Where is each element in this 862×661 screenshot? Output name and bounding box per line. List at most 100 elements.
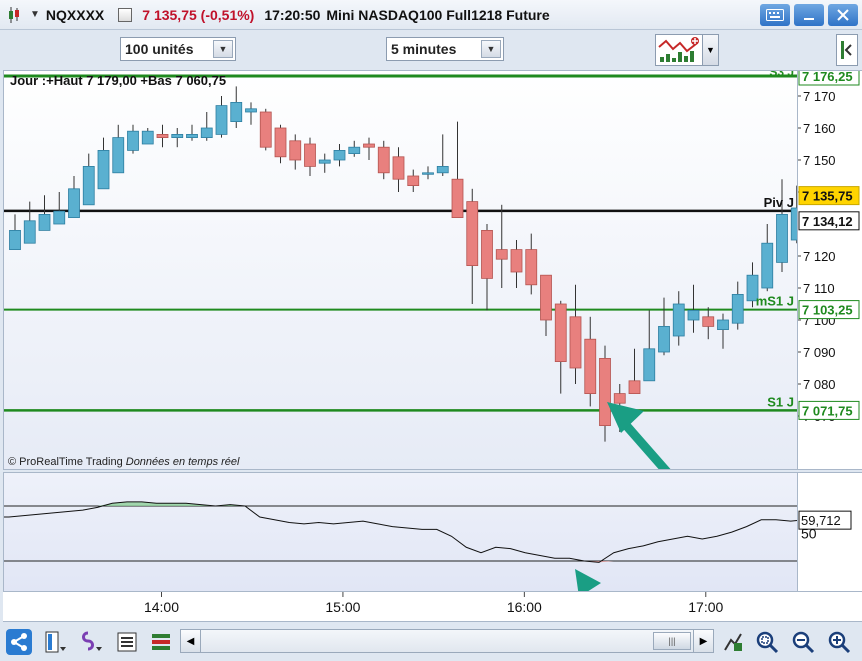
- credit-brand: © ProRealTime Trading: [8, 456, 123, 468]
- rsi-axis-svg: 1005059,712: [798, 457, 852, 542]
- candle[interactable]: [672, 291, 685, 346]
- price-chart-panel[interactable]: S3 J Piv J mS1 J S1 J Jour :+Haut 7 179,…: [3, 70, 798, 470]
- candle[interactable]: [200, 112, 213, 141]
- candle[interactable]: [333, 144, 346, 167]
- candle[interactable]: [436, 134, 449, 176]
- candle[interactable]: [112, 124, 125, 174]
- candle[interactable]: [215, 96, 228, 138]
- candle[interactable]: [407, 169, 420, 192]
- rsi-panel[interactable]: [3, 472, 798, 592]
- candle[interactable]: [38, 195, 51, 231]
- candle-body-up: [82, 166, 95, 206]
- share-icon[interactable]: [4, 627, 34, 657]
- price-tag-last: 7 135,75: [798, 186, 860, 206]
- candle-body-up: [761, 242, 774, 289]
- close-button[interactable]: [828, 4, 858, 26]
- candle[interactable]: [628, 348, 641, 394]
- candlestick-icon[interactable]: [7, 6, 21, 24]
- interval-select[interactable]: 5 minutes ▼: [386, 37, 504, 61]
- candle-body-down: [554, 303, 567, 362]
- candle[interactable]: [9, 214, 21, 250]
- candle[interactable]: [186, 124, 198, 141]
- candle-body-up: [97, 150, 110, 190]
- candle[interactable]: [245, 102, 257, 125]
- candle[interactable]: [171, 128, 184, 148]
- candle[interactable]: [363, 137, 375, 160]
- candle-body-up: [112, 137, 125, 174]
- candle[interactable]: [776, 179, 788, 272]
- candle[interactable]: [584, 316, 597, 407]
- chevron-down-icon[interactable]: ▼: [213, 40, 233, 58]
- chevron-down-icon[interactable]: ▼: [481, 40, 501, 58]
- candle[interactable]: [643, 310, 656, 382]
- units-select[interactable]: 100 unités ▼: [120, 37, 236, 61]
- candle[interactable]: [156, 124, 169, 148]
- scroll-left-icon[interactable]: ◀: [181, 630, 201, 652]
- candle[interactable]: [318, 153, 331, 173]
- chart-scrollbar[interactable]: ◀ ||| ▶: [180, 629, 714, 653]
- candle[interactable]: [599, 345, 611, 442]
- add-indicator-button[interactable]: [655, 34, 703, 66]
- symbol-label[interactable]: NQXXXX: [46, 7, 104, 23]
- drawing-tools-icon[interactable]: [76, 627, 106, 657]
- candle[interactable]: [23, 201, 36, 244]
- candle[interactable]: [569, 284, 582, 384]
- candle[interactable]: [53, 192, 66, 225]
- scrollbar-thumb[interactable]: |||: [653, 632, 691, 650]
- candle[interactable]: [554, 300, 567, 394]
- keyboard-icon[interactable]: [760, 4, 790, 26]
- chevron-down-icon[interactable]: ▼: [30, 9, 40, 20]
- candle[interactable]: [348, 140, 361, 157]
- list-icon[interactable]: [112, 627, 142, 657]
- zoom-out-icon[interactable]: [788, 627, 818, 657]
- candle[interactable]: [141, 128, 154, 145]
- candle[interactable]: [259, 108, 272, 151]
- rsi-axis[interactable]: 1005059,712: [798, 457, 862, 592]
- candle[interactable]: [289, 134, 302, 170]
- candle-body-up: [687, 309, 700, 321]
- candle[interactable]: [510, 240, 523, 288]
- candle[interactable]: [495, 204, 508, 288]
- prorealtime-chart-window: ▼ NQXXXX 7 135,75 (-0,51%) 17:20:50 Mini…: [0, 0, 862, 661]
- candle[interactable]: [377, 140, 390, 180]
- orders-icon[interactable]: [146, 627, 176, 657]
- candle[interactable]: [451, 121, 464, 218]
- candle[interactable]: [481, 224, 493, 311]
- candle[interactable]: [731, 281, 744, 330]
- candle[interactable]: [97, 137, 110, 190]
- price-axis-svg: 7 1707 1607 1507 1407 1207 1107 1007 090…: [798, 66, 860, 424]
- candle[interactable]: [274, 124, 287, 164]
- candle[interactable]: [68, 176, 80, 219]
- chevron-down-icon[interactable]: ▼: [703, 34, 719, 66]
- price-tick-label: 7 150: [803, 153, 836, 168]
- candle-body-down: [304, 143, 316, 167]
- zoom-in-icon[interactable]: [824, 627, 854, 657]
- candle[interactable]: [422, 166, 434, 180]
- minimize-button[interactable]: [794, 4, 824, 26]
- candle[interactable]: [761, 224, 774, 292]
- candle[interactable]: [466, 188, 479, 304]
- zoom-area-icon[interactable]: [752, 627, 782, 657]
- candle[interactable]: [82, 153, 95, 206]
- candle[interactable]: [304, 137, 316, 176]
- time-axis[interactable]: 14:00 15:00 16:00 17:00: [3, 592, 862, 622]
- candle[interactable]: [658, 297, 670, 356]
- scroll-right-icon[interactable]: ▶: [693, 630, 713, 652]
- price-tag-last-text: 7 135,75: [802, 189, 853, 204]
- candle-body-down: [599, 357, 611, 426]
- candle-body-up: [186, 134, 198, 139]
- candle[interactable]: [702, 307, 715, 340]
- grid-icon[interactable]: [118, 7, 133, 22]
- scroll-right-panel-button[interactable]: [836, 34, 858, 66]
- candle[interactable]: [717, 313, 729, 349]
- candle[interactable]: [230, 86, 243, 128]
- price-chart-svg[interactable]: S3 J Piv J mS1 J S1 J: [4, 71, 798, 470]
- candle[interactable]: [392, 147, 405, 192]
- candle[interactable]: [540, 274, 552, 336]
- candle[interactable]: [127, 124, 139, 154]
- layout-icon[interactable]: [40, 627, 70, 657]
- candle[interactable]: [525, 233, 538, 295]
- autoscale-icon[interactable]: [718, 627, 748, 657]
- candle-body-up: [333, 150, 346, 161]
- price-axis[interactable]: 7 1707 1607 1507 1407 1207 1107 1007 090…: [798, 66, 862, 470]
